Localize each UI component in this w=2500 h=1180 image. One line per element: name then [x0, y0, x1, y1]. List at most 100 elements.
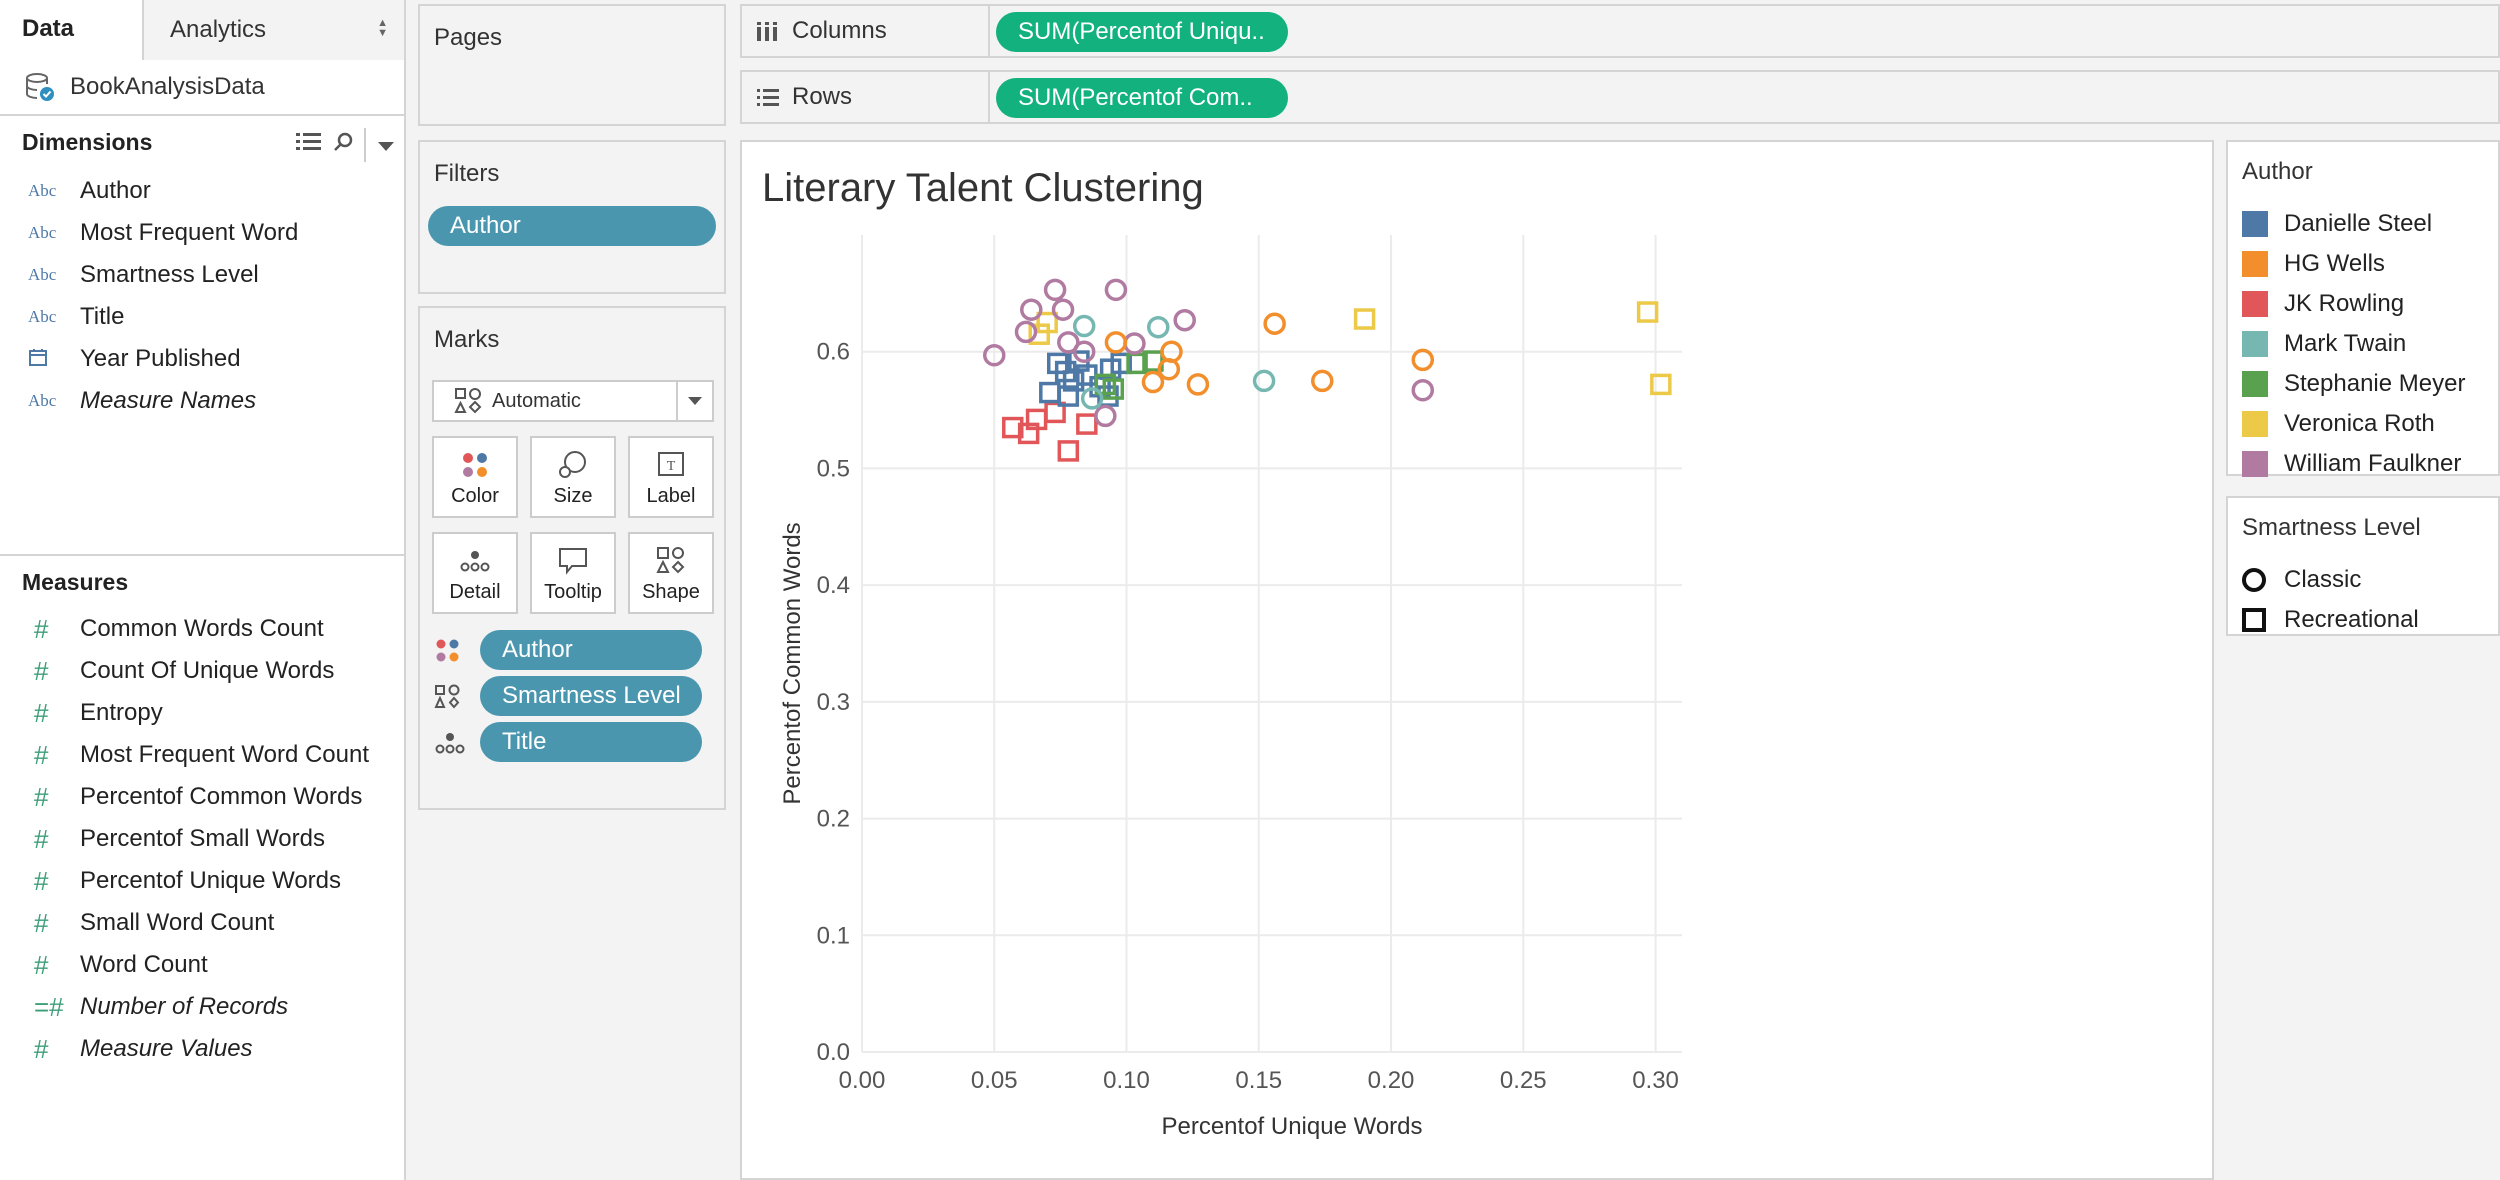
measure-field[interactable]: # Most Frequent Word Count: [0, 734, 404, 776]
dimensions-list: Abc Author Abc Most Frequent Word Abc Smartne…: [0, 168, 404, 422]
view-list-icon[interactable]: [296, 131, 322, 159]
mark-type-value: Automatic: [492, 389, 581, 412]
y-axis-title: Percentof Common Words: [779, 522, 806, 804]
tableau-workspace: Data Analytics ▲▼ BookAnalysisData Dime: [0, 0, 2500, 1180]
measure-field[interactable]: # Percentof Small Words: [0, 818, 404, 860]
pages-card[interactable]: Pages: [418, 4, 726, 126]
dimension-field[interactable]: Abc Title: [0, 296, 404, 338]
label-label: Label: [646, 485, 696, 507]
legend-item-author[interactable]: Mark Twain: [2242, 324, 2465, 364]
color-swatch: [2242, 371, 2268, 397]
data-point-square: [1636, 301, 1659, 323]
encoding-pill-smartness-level[interactable]: Smartness Level: [480, 676, 702, 716]
calendar-icon: [0, 347, 80, 372]
legend-label: Recreational: [2284, 606, 2419, 633]
mark-type-dropdown[interactable]: Automatic: [432, 380, 714, 422]
measure-field[interactable]: # Percentof Common Words: [0, 776, 404, 818]
field-name: Measure Names: [80, 387, 257, 414]
encoding-pill-author[interactable]: Author: [480, 630, 702, 670]
data-point-circle: [1094, 404, 1117, 428]
size-button[interactable]: Size: [530, 436, 616, 518]
measure-field[interactable]: # Entropy: [0, 692, 404, 734]
field-name: Small Word Count: [80, 909, 275, 936]
encoding-pill-title[interactable]: Title: [480, 722, 702, 762]
author-legend[interactable]: Author Danielle Steel HG Wells JK Rowling M…: [2226, 140, 2500, 477]
measure-type-icon: #: [34, 1033, 49, 1064]
legend-item-author[interactable]: JK Rowling: [2242, 284, 2465, 324]
legend-item-author[interactable]: HG Wells: [2242, 244, 2465, 284]
scatter-chart[interactable]: 0.00 0.05 0.10 0.15 0.20 0.25 0.30 0.0 0.1 0.2 0.3…: [742, 142, 2212, 1178]
data-point-circle: [1411, 348, 1435, 372]
measure-field[interactable]: # Word Count: [0, 944, 404, 986]
measure-field[interactable]: # Common Words Count: [0, 608, 404, 650]
rows-pill[interactable]: SUM(Percentof Com..: [996, 78, 1288, 118]
legend-item-author[interactable]: William Faulkner: [2242, 444, 2465, 484]
worksheet-view[interactable]: Literary Talent Clustering 0.00 0.05 0.10 0…: [740, 140, 2214, 1180]
legend-item-author[interactable]: Danielle Steel: [2242, 204, 2465, 244]
chevron-down-icon[interactable]: [376, 132, 396, 159]
rows-shelf[interactable]: Rows SUM(Percentof Com..: [740, 70, 2500, 124]
tab-data[interactable]: Data: [0, 0, 142, 60]
x-tick-label: 0.20: [1368, 1067, 1415, 1094]
datasource-row[interactable]: BookAnalysisData: [0, 60, 404, 116]
label-button[interactable]: T Label: [628, 436, 714, 518]
measure-field[interactable]: =# Number of Records: [0, 986, 404, 1028]
data-point-square: [1353, 308, 1376, 330]
search-icon[interactable]: [332, 131, 354, 159]
measure-field[interactable]: # Count Of Unique Words: [0, 650, 404, 692]
dimensions-header: Dimensions: [0, 116, 404, 168]
filters-card[interactable]: Filters Author: [418, 140, 726, 294]
measure-type-icon: #: [34, 865, 49, 896]
measure-type-icon: =#: [34, 991, 64, 1022]
detail-button[interactable]: Detail: [432, 532, 518, 614]
dimension-field[interactable]: Abc Smartness Level: [0, 254, 404, 296]
legend-item-author[interactable]: Veronica Roth: [2242, 404, 2465, 444]
y-tick-label: 0.6: [817, 339, 850, 366]
data-point-circle: [1311, 369, 1334, 393]
tab-analytics[interactable]: Analytics ▲ ▼: [142, 0, 404, 60]
sort-arrows-icon[interactable]: ▲ ▼: [377, 18, 388, 39]
color-swatch: [2242, 411, 2268, 437]
tooltip-icon: [557, 546, 589, 582]
color-swatch: [2242, 331, 2268, 357]
field-name: Title: [80, 303, 125, 330]
legend-label: Mark Twain: [2284, 330, 2407, 357]
data-point-circle: [1104, 331, 1128, 354]
smartness-legend[interactable]: Smartness Level Classic Recreational: [2226, 496, 2500, 636]
field-name: Common Words Count: [80, 615, 324, 642]
legend-label: HG Wells: [2284, 250, 2385, 277]
dimension-field[interactable]: Year Published: [0, 338, 404, 380]
legend-item-smartness[interactable]: Recreational: [2242, 600, 2419, 640]
dimension-field[interactable]: Abc Measure Names: [0, 380, 404, 422]
measure-field[interactable]: # Measure Values: [0, 1028, 404, 1070]
measure-field[interactable]: # Small Word Count: [0, 902, 404, 944]
svg-text:T: T: [667, 459, 676, 474]
columns-shelf[interactable]: Columns SUM(Percentof Uniqu..: [740, 4, 2500, 58]
field-name: Entropy: [80, 699, 163, 726]
smartness-legend-title: Smartness Level: [2242, 514, 2421, 541]
legend-label: Stephanie Meyer: [2284, 370, 2466, 397]
data-point-circle: [1051, 298, 1075, 321]
measure-type-icon: #: [34, 739, 49, 770]
shape-button[interactable]: Shape: [628, 532, 714, 614]
filter-pill-author[interactable]: Author: [428, 206, 716, 246]
chevron-down-icon[interactable]: [676, 382, 712, 420]
dimension-field[interactable]: Abc Author: [0, 170, 404, 212]
tooltip-button[interactable]: Tooltip: [530, 532, 616, 614]
columns-pill[interactable]: SUM(Percentof Uniqu..: [996, 12, 1288, 52]
data-point-circle: [1020, 298, 1043, 321]
x-tick-label: 0.10: [1103, 1067, 1150, 1094]
filters-title: Filters: [434, 160, 500, 187]
field-name: Year Published: [80, 345, 241, 372]
datasource-icon: [24, 71, 56, 103]
measure-field[interactable]: # Percentof Unique Words: [0, 860, 404, 902]
legend-item-smartness[interactable]: Classic: [2242, 560, 2419, 600]
color-button[interactable]: Color: [432, 436, 518, 518]
legend-item-author[interactable]: Stephanie Meyer: [2242, 364, 2465, 404]
measures-list: # Common Words Count # Count Of Unique Word…: [0, 608, 404, 1070]
data-pane: Data Analytics ▲▼ BookAnalysisData Dime: [0, 0, 406, 1180]
measure-type-icon: #: [34, 655, 49, 686]
dimension-field[interactable]: Abc Most Frequent Word: [0, 212, 404, 254]
divider: [364, 128, 366, 162]
author-legend-title: Author: [2242, 158, 2313, 185]
